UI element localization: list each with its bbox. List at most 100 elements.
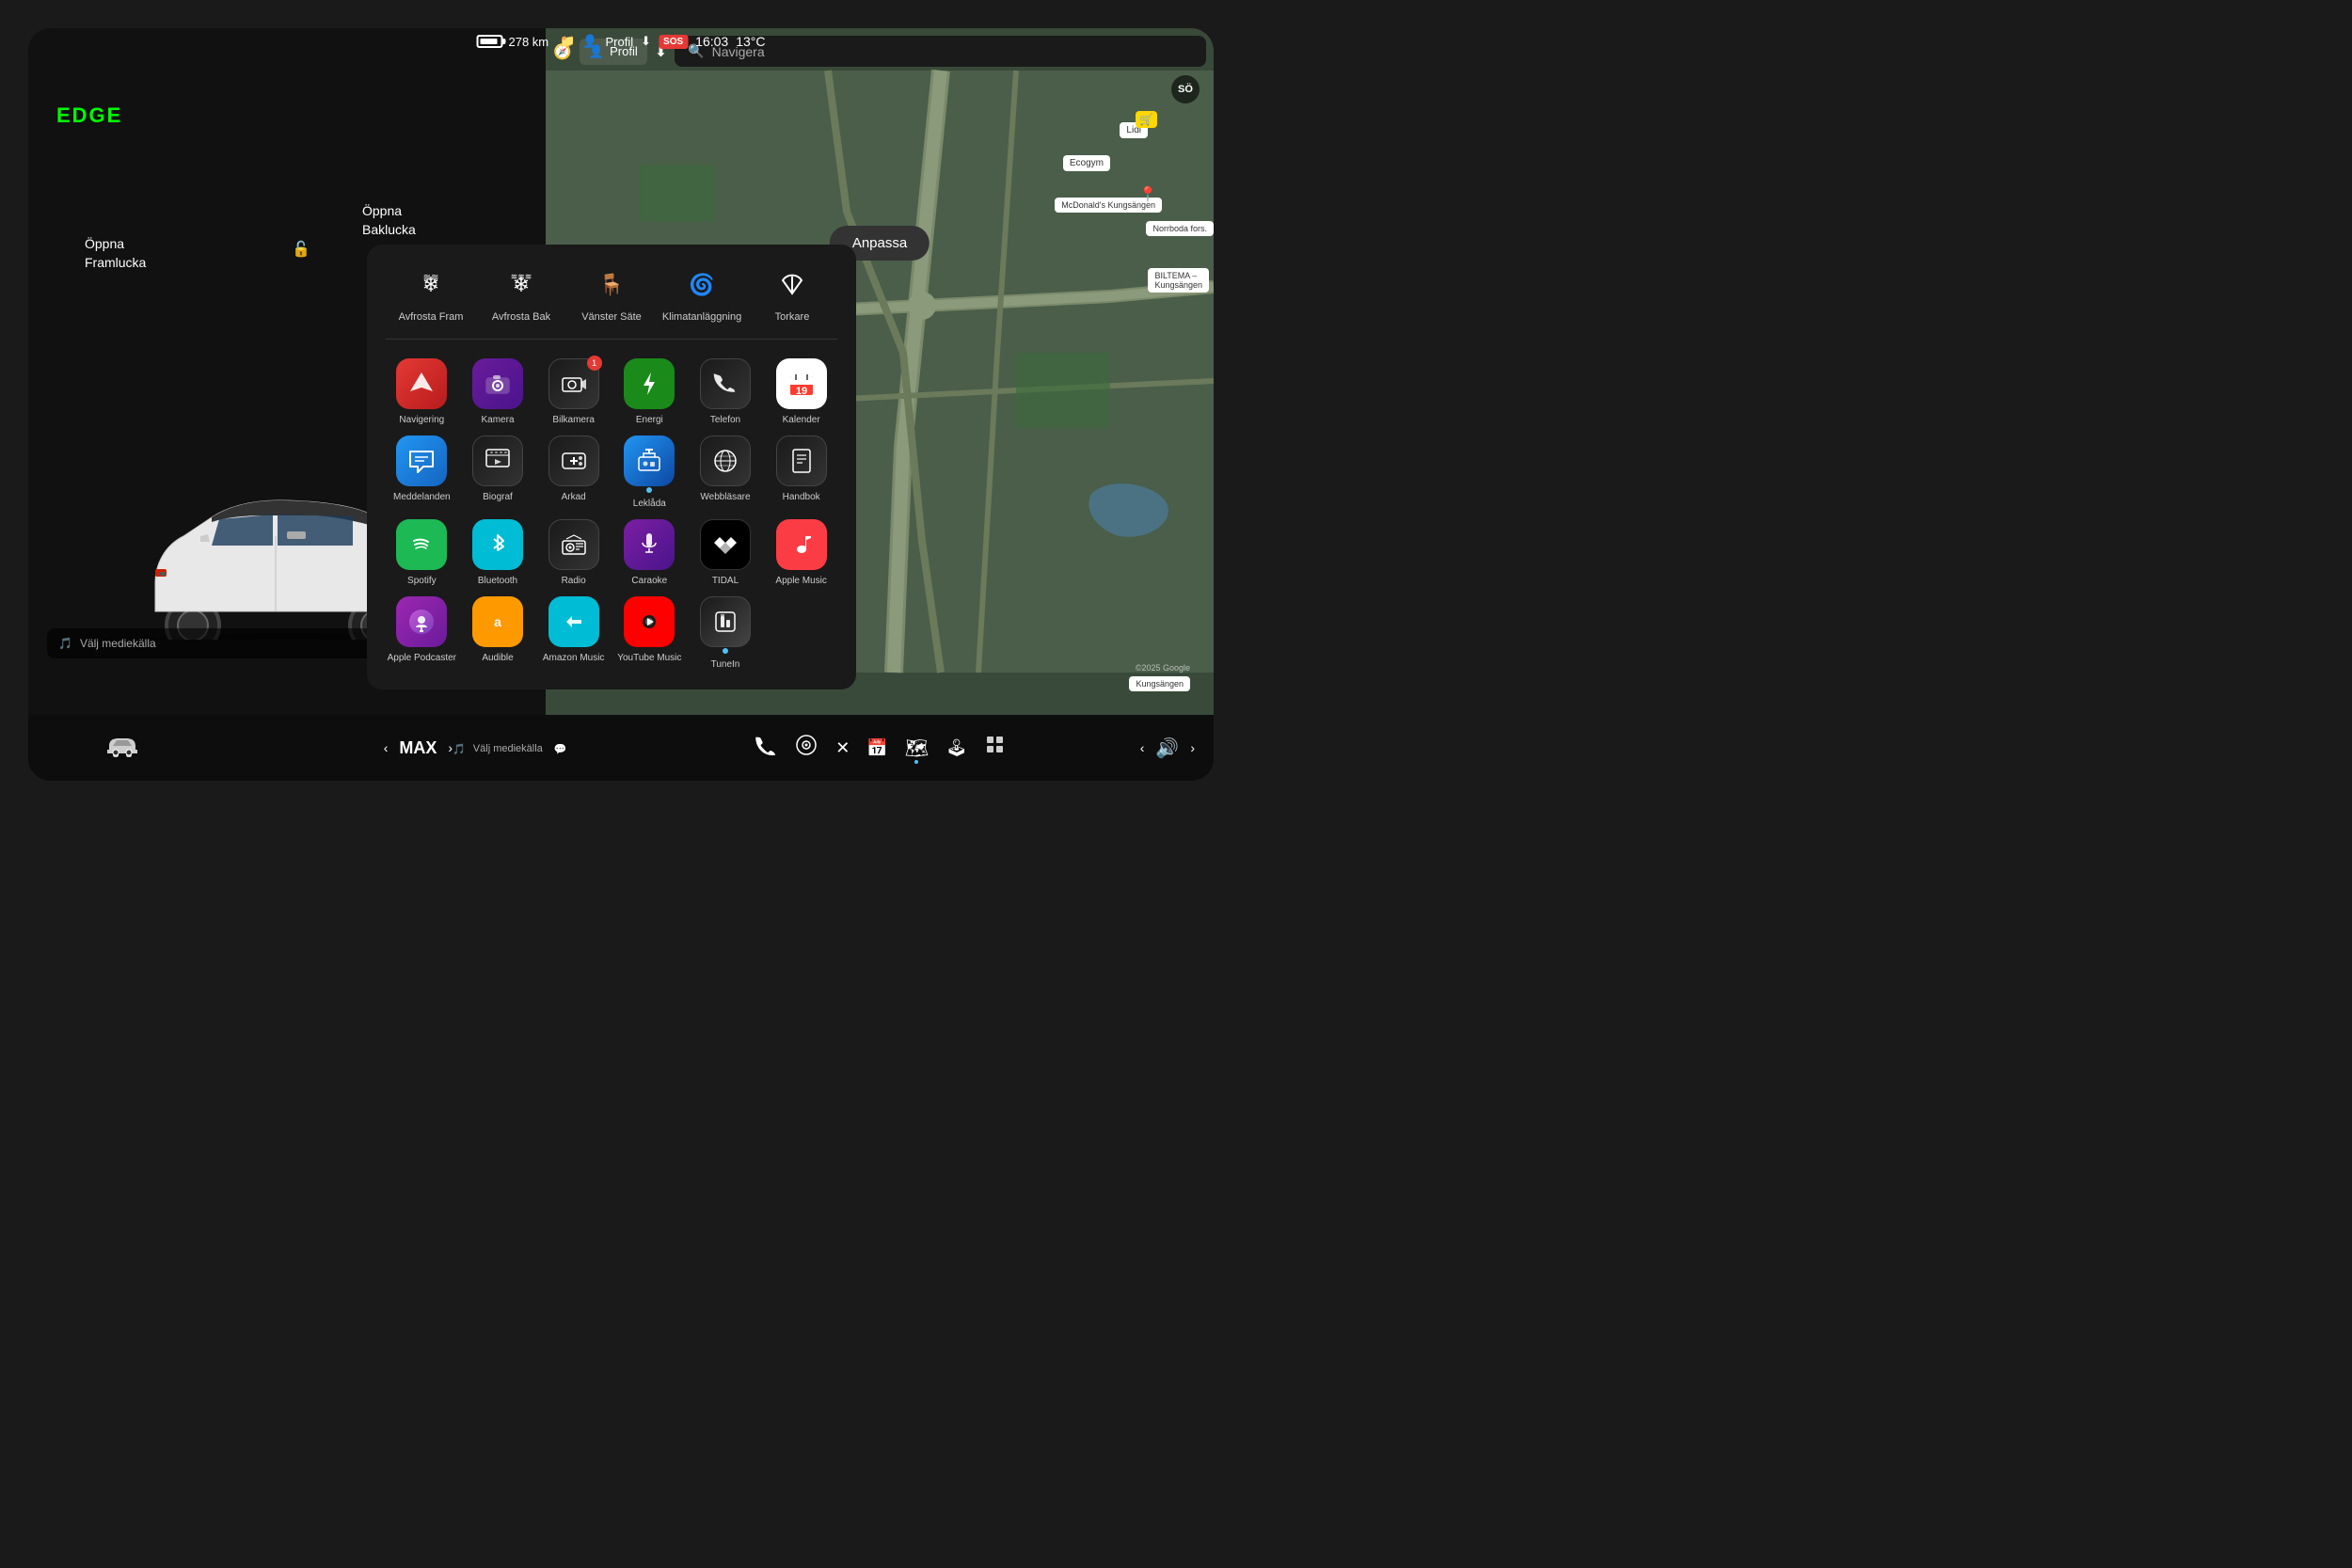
torkare-label: Torkare: [775, 310, 810, 324]
media-source-bottom: Välj mediekälla: [473, 743, 543, 754]
app-kamera[interactable]: Kamera: [462, 358, 534, 426]
app-audible[interactable]: a Audible: [462, 596, 534, 671]
bilkamera-label: Bilkamera: [552, 414, 594, 426]
quick-action-avfrosta-bak[interactable]: ❄ ≋≋≋ Avfrosta Bak: [484, 263, 559, 324]
quick-action-torkare[interactable]: Torkare: [755, 263, 830, 324]
app-caraoke[interactable]: Caraoke: [613, 519, 686, 587]
bottom-close-btn[interactable]: ✕: [835, 738, 850, 758]
camera-bottom-icon: [794, 733, 818, 757]
app-energi[interactable]: Energi: [613, 358, 686, 426]
map-marker-mcdonalds: 📍: [1138, 185, 1157, 204]
youtubemusic-icon: [624, 596, 675, 647]
biograf-label: Biograf: [483, 491, 513, 503]
compass-north: SÖ: [1171, 75, 1200, 103]
navigering-label: Navigering: [399, 414, 444, 426]
bottom-apps-btn[interactable]: [984, 734, 1007, 762]
app-webbläsare[interactable]: Webbläsare: [690, 436, 762, 510]
app-applemusic[interactable]: Apple Music: [765, 519, 837, 587]
quick-action-avfrosta-fram[interactable]: ❄ ≋≋ Avfrosta Fram: [393, 263, 469, 324]
app-amazonmusic[interactable]: Amazon Music: [537, 596, 610, 671]
edge-logo: EDGE: [56, 103, 122, 128]
media-control: ‹ MAX › 🎵 Välj mediekälla 💬: [198, 738, 753, 758]
app-handbok[interactable]: Handbok: [765, 436, 837, 510]
download-icon: ⬇: [641, 34, 651, 49]
app-navigering[interactable]: Navigering: [386, 358, 458, 426]
profile-icon: 👤: [582, 34, 597, 49]
tidal-label: TIDAL: [712, 575, 739, 587]
app-biograf[interactable]: Biograf: [462, 436, 534, 510]
map-label-biltema: BILTEMA –Kungsängen: [1148, 268, 1209, 293]
spotify-icon: [396, 519, 447, 570]
vanster-sate-icon: 🪑: [591, 263, 632, 305]
app-radio[interactable]: Radio: [537, 519, 610, 587]
app-meddelanden[interactable]: Meddelanden: [386, 436, 458, 510]
app-youtubemusic[interactable]: YouTube Music: [613, 596, 686, 671]
audible-icon: a: [472, 596, 523, 647]
phone-icon: [753, 733, 777, 757]
app-leklada[interactable]: Leklåda: [613, 436, 686, 510]
kalender-label: Kalender: [783, 414, 820, 426]
map-label-kungsangen: Kungsängen: [1129, 676, 1190, 691]
webbläsare-icon: [700, 436, 751, 486]
app-arkad[interactable]: Arkad: [537, 436, 610, 510]
telefon-icon: [700, 358, 751, 409]
spotify-label: Spotify: [407, 575, 437, 587]
svg-text:≋≋≋: ≋≋≋: [511, 272, 532, 281]
app-spotify[interactable]: Spotify: [386, 519, 458, 587]
tunein-label: TuneIn: [711, 658, 740, 671]
app-kalender[interactable]: 19 Kalender: [765, 358, 837, 426]
prev-track-btn[interactable]: ‹: [384, 740, 389, 755]
radio-label: Radio: [562, 575, 586, 587]
media-track[interactable]: ‹ MAX ›: [384, 738, 453, 758]
torkare-icon: [771, 263, 813, 305]
avfrosta-fram-icon: ❄ ≋≋: [410, 263, 452, 305]
bottom-app-icons: ✕ 📅 🗺 🕹: [753, 733, 1007, 763]
media-source-info: 🎵 Välj mediekälla 💬: [453, 743, 566, 755]
google-attribution: ©2025 Google: [1136, 663, 1190, 673]
lock-icon: 🔓: [292, 240, 310, 259]
sos-badge[interactable]: SOS: [659, 35, 688, 49]
quick-action-klimat[interactable]: 🌀 Klimatanläggning: [664, 263, 739, 324]
volume-icon: 🔊: [1155, 736, 1179, 760]
open-front-label[interactable]: Öppna Framlucka: [85, 235, 146, 272]
app-applepodcast[interactable]: Apple Podcaster: [386, 596, 458, 671]
applepodcast-icon: [396, 596, 447, 647]
music-icon: 🎵: [58, 637, 72, 650]
app-bluetooth[interactable]: Bluetooth: [462, 519, 534, 587]
handbok-icon: [776, 436, 827, 486]
applemusic-icon: [776, 519, 827, 570]
bottom-calendar-btn[interactable]: 📅: [866, 738, 887, 758]
main-screen: 278 km 📁 👤 Profil ⬇ SOS 16:03 13°C EDGE …: [28, 28, 1214, 781]
applemusic-label: Apple Music: [775, 575, 826, 587]
prev-vol-btn[interactable]: ‹: [1140, 740, 1145, 755]
quick-action-vanster-sate[interactable]: 🪑 Vänster Säte: [574, 263, 649, 324]
bottom-phone-btn[interactable]: [753, 733, 777, 763]
biograf-icon: [472, 436, 523, 486]
bottom-maps-btn[interactable]: 🗺: [905, 736, 929, 760]
bluetooth-label: Bluetooth: [478, 575, 517, 587]
open-back-label[interactable]: Öppna Baklucka: [362, 202, 416, 239]
top-status-bar: 278 km 📁 👤 Profil ⬇ SOS 16:03 13°C: [462, 28, 781, 55]
arkad-icon: [548, 436, 599, 486]
vanster-sate-label: Vänster Säte: [581, 310, 642, 324]
app-tunein[interactable]: TuneIn: [690, 596, 762, 671]
leklada-dot: [646, 487, 652, 493]
svg-text:🌀: 🌀: [689, 272, 714, 296]
map-label-norrboda: Norrboda fors.: [1146, 221, 1214, 236]
profile-label[interactable]: Profil: [606, 35, 634, 49]
app-telefon[interactable]: Telefon: [690, 358, 762, 426]
apps-grid-icon: [984, 734, 1007, 756]
top-bar-icons: 📁 👤 Profil ⬇ SOS 16:03 13°C: [560, 34, 765, 49]
maps-dot: [914, 760, 918, 764]
next-vol-btn[interactable]: ›: [1190, 740, 1195, 755]
avfrosta-bak-label: Avfrosta Bak: [492, 310, 550, 324]
app-bilkamera[interactable]: 1 Bilkamera: [537, 358, 610, 426]
bottom-car-btn[interactable]: [47, 731, 198, 765]
bottom-arcade-btn[interactable]: 🕹: [946, 738, 967, 758]
volume-control: ‹ 🔊 ›: [1007, 736, 1195, 760]
app-tidal[interactable]: TIDAL: [690, 519, 762, 587]
map-marker-lidl: 🛒: [1136, 111, 1157, 128]
speech-bubbles-icon: 💬: [554, 743, 567, 755]
bottom-camera-btn[interactable]: [794, 733, 818, 763]
youtubemusic-label: YouTube Music: [617, 652, 681, 664]
